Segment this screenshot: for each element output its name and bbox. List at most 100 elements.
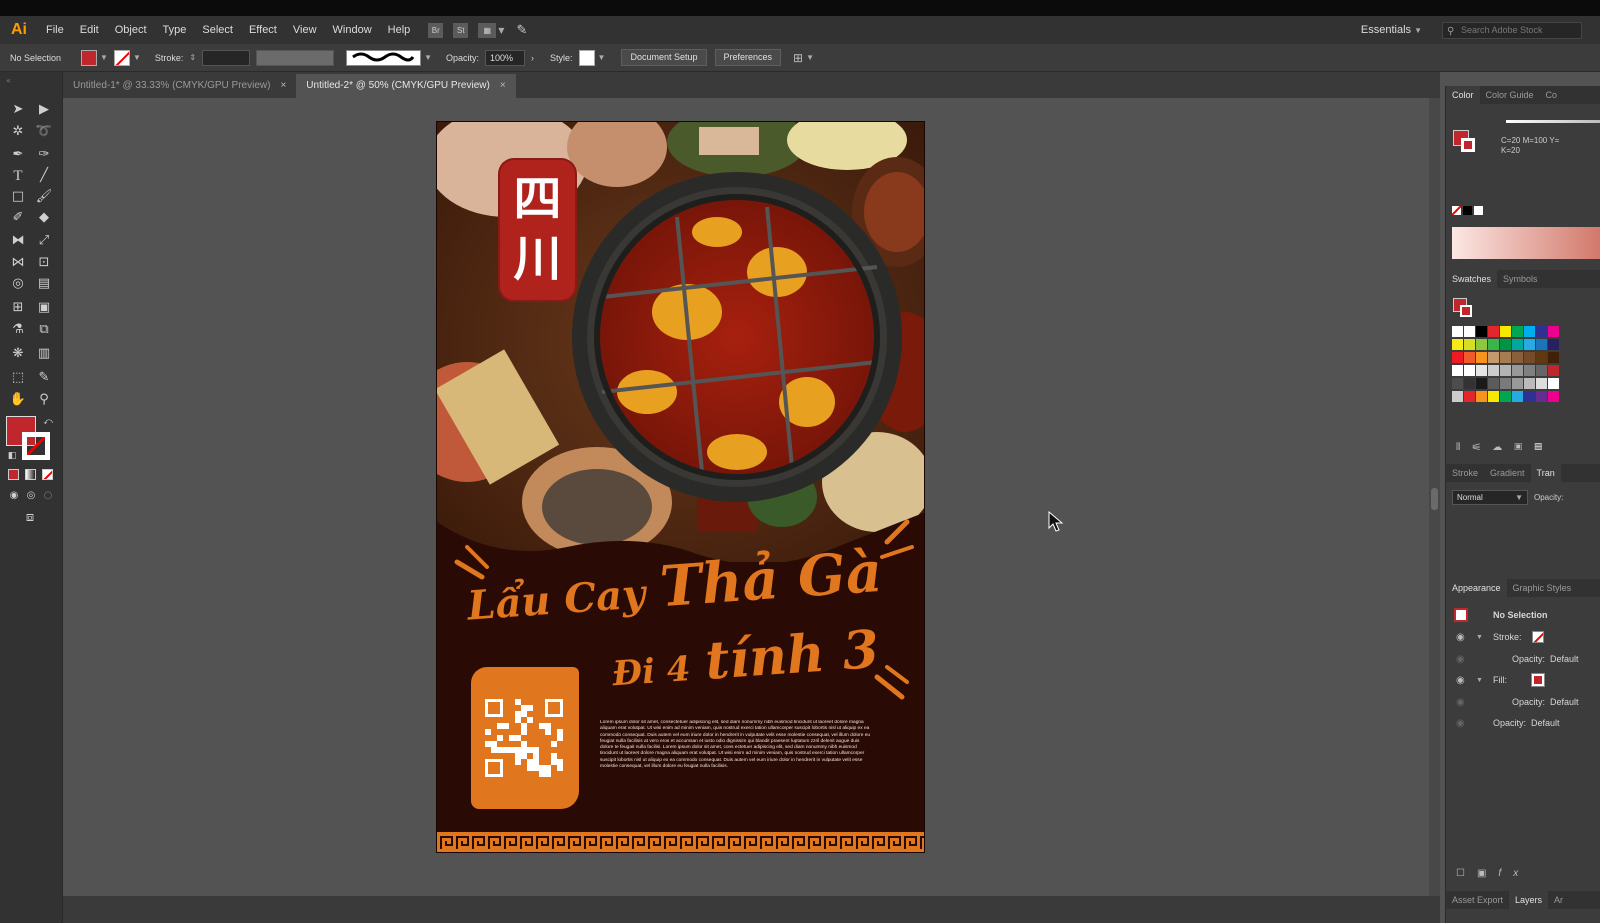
scrollbar-thumb[interactable] <box>1431 488 1438 510</box>
swatch[interactable] <box>1536 339 1547 350</box>
arrange-icon[interactable]: ⊞ <box>793 51 803 65</box>
swatch[interactable] <box>1548 391 1559 402</box>
screen-mode-icon[interactable]: ⧈ <box>20 508 40 528</box>
visibility-eye-icon[interactable]: ◉ <box>1456 632 1465 643</box>
chevron-down-icon[interactable]: ▼ <box>806 53 814 62</box>
magic-wand-tool-icon[interactable]: ✲ <box>8 122 28 142</box>
menu-type[interactable]: Type <box>155 24 195 36</box>
tab-gradient[interactable]: Gradient <box>1484 464 1531 482</box>
swatch[interactable] <box>1452 352 1463 363</box>
swatch[interactable] <box>1500 339 1511 350</box>
tab-transparency[interactable]: Tran <box>1530 464 1561 482</box>
eraser-tool-icon[interactable]: ◆ <box>34 208 54 228</box>
swatch[interactable] <box>1464 326 1475 337</box>
brush-definition-field[interactable] <box>346 49 422 66</box>
reflect-tool-icon[interactable]: ⧓ <box>8 231 28 251</box>
close-icon[interactable]: × <box>280 74 286 98</box>
swatch[interactable] <box>1452 339 1463 350</box>
menu-file[interactable]: File <box>38 24 72 36</box>
swatch[interactable] <box>1452 391 1463 402</box>
blend-mode-select[interactable]: Normal ▼ <box>1452 490 1528 505</box>
color-slider-track[interactable] <box>1506 120 1600 123</box>
opacity-field[interactable]: 100% <box>485 49 526 66</box>
arrange-documents-icon[interactable]: ▦ <box>478 22 497 38</box>
tab-swatches[interactable]: Swatches <box>1446 270 1498 288</box>
column-graph-tool-icon[interactable]: ▥ <box>34 344 54 364</box>
blend-tool-icon[interactable]: ⧉ <box>34 320 54 340</box>
fx-icon[interactable]: fx <box>1498 868 1530 879</box>
eyedropper-tool-icon[interactable]: ⚗ <box>8 320 28 340</box>
tab-artboards[interactable]: Ar <box>1548 891 1569 909</box>
swatch[interactable] <box>1512 339 1523 350</box>
swatch[interactable] <box>1548 365 1559 376</box>
swatch[interactable] <box>1500 365 1511 376</box>
color-panel-stroke-swatch[interactable] <box>1461 138 1475 152</box>
swatch[interactable] <box>1524 326 1535 337</box>
perspective-grid-tool-icon[interactable]: ▤ <box>34 274 54 294</box>
curvature-tool-icon[interactable]: ✑ <box>34 145 54 165</box>
scale-tool-icon[interactable]: ⤢ <box>34 231 54 251</box>
chevron-down-icon[interactable]: ▼ <box>598 53 606 62</box>
stroke-row-swatch[interactable] <box>1532 631 1544 643</box>
artboard-tool-icon[interactable]: ⬚ <box>8 368 28 388</box>
tab-color[interactable]: Color <box>1446 86 1480 104</box>
graphic-style-swatch[interactable] <box>578 49 595 66</box>
selection-tool-icon[interactable]: ➤ <box>8 100 28 120</box>
appearance-fill-row[interactable]: ◉ ▼ Fill: <box>1446 670 1600 690</box>
tab-untitled-1[interactable]: Untitled-1* @ 33.33% (CMYK/GPU Preview) … <box>63 74 296 98</box>
swatch[interactable] <box>1488 365 1499 376</box>
line-tool-icon[interactable]: ╱ <box>34 166 54 186</box>
swatch[interactable] <box>1536 352 1547 363</box>
fill-swatch[interactable] <box>81 49 98 66</box>
hand-tool-icon[interactable]: ✋ <box>8 390 28 410</box>
swatch[interactable] <box>1536 365 1547 376</box>
menu-help[interactable]: Help <box>380 24 419 36</box>
stepper-icon[interactable]: ⇕ <box>189 53 196 62</box>
swatch[interactable] <box>1512 326 1523 337</box>
zoom-tool-icon[interactable]: ⚲ <box>34 390 54 410</box>
swatch[interactable] <box>1488 352 1499 363</box>
shape-builder-tool-icon[interactable]: ◎ <box>8 274 28 294</box>
brush-icon[interactable]: ✎ <box>516 23 527 38</box>
tab-untitled-2[interactable]: Untitled-2* @ 50% (CMYK/GPU Preview) × <box>296 74 516 98</box>
fill-row-swatch[interactable] <box>1531 673 1545 687</box>
swatch[interactable] <box>1512 391 1523 402</box>
shaper-tool-icon[interactable]: ✐ <box>8 208 28 228</box>
tab-graphic-styles[interactable]: Graphic Styles <box>1507 579 1578 597</box>
paintbrush-tool-icon[interactable]: 🖌 <box>34 187 54 207</box>
color-spectrum[interactable] <box>1452 227 1600 259</box>
menu-window[interactable]: Window <box>325 24 380 36</box>
swatch[interactable] <box>1524 378 1535 389</box>
variable-width-field[interactable] <box>256 49 335 66</box>
width-tool-icon[interactable]: ⋈ <box>8 253 28 273</box>
swatch[interactable] <box>1524 352 1535 363</box>
swatch-options-icon[interactable]: ▤ <box>1534 442 1554 453</box>
symbol-sprayer-tool-icon[interactable]: ❋ <box>8 344 28 364</box>
close-icon[interactable]: × <box>500 74 506 98</box>
swatch[interactable] <box>1548 352 1559 363</box>
swatch[interactable] <box>1512 365 1523 376</box>
rectangle-tool-icon[interactable]: □ <box>8 187 28 207</box>
direct-selection-tool-icon[interactable]: ▶ <box>34 100 54 120</box>
swatch[interactable] <box>1512 352 1523 363</box>
swatch[interactable] <box>1476 365 1487 376</box>
swap-fill-stroke-icon[interactable]: ⤺ <box>38 412 58 432</box>
appearance-opacity-row-3[interactable]: ◉ Opacity: Default <box>1446 713 1600 733</box>
none-swatch[interactable] <box>1452 206 1461 215</box>
add-fill-icon[interactable]: ▣ <box>1477 868 1498 879</box>
stroke-color-box[interactable] <box>22 432 50 460</box>
artboard-poster[interactable]: 四 川 Lẩu Cay Thả Gà Đi 4 tính 3 Lorem ips… <box>436 121 925 853</box>
swatch[interactable] <box>1500 352 1511 363</box>
stroke-swatch[interactable] <box>113 49 130 66</box>
vertical-scrollbar[interactable] <box>1429 98 1440 896</box>
appearance-opacity-row-2[interactable]: ◉ Opacity: Default <box>1446 692 1600 712</box>
swatch[interactable] <box>1548 326 1559 337</box>
swatches-stroke-swatch[interactable] <box>1460 305 1472 317</box>
tab-layers[interactable]: Layers <box>1509 891 1549 909</box>
slice-tool-icon[interactable]: ✎ <box>34 368 54 388</box>
swatch-kind-icon[interactable]: ⚟ <box>1472 442 1492 453</box>
swatch[interactable] <box>1464 391 1475 402</box>
draw-inside-icon[interactable]: ○ <box>38 486 58 506</box>
stroke-weight-field[interactable] <box>202 49 251 66</box>
visibility-eye-icon[interactable]: ◉ <box>1456 654 1465 665</box>
